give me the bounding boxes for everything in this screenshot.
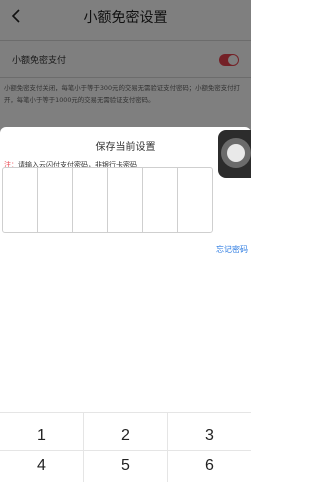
pin-cell <box>73 168 108 232</box>
pin-cell <box>3 168 38 232</box>
key-1[interactable]: 1 <box>0 419 83 453</box>
assistive-touch-button[interactable] <box>218 130 251 178</box>
key-6[interactable]: 6 <box>168 449 251 482</box>
pin-input[interactable] <box>2 167 213 233</box>
pin-input-row <box>0 167 251 233</box>
key-2[interactable]: 2 <box>84 419 167 453</box>
forgot-password-link[interactable]: 忘记密码 <box>216 244 248 255</box>
pin-cell <box>108 168 143 232</box>
key-4[interactable]: 4 <box>0 449 83 482</box>
pin-cell <box>38 168 73 232</box>
pin-cell <box>178 168 212 232</box>
sheet-title: 保存当前设置 <box>95 142 156 153</box>
pin-cell <box>143 168 178 232</box>
number-keypad: 1 2 3 4 5 6 <box>0 412 251 482</box>
assistive-touch-icon <box>227 144 245 162</box>
key-3[interactable]: 3 <box>168 419 251 453</box>
key-5[interactable]: 5 <box>84 449 167 482</box>
